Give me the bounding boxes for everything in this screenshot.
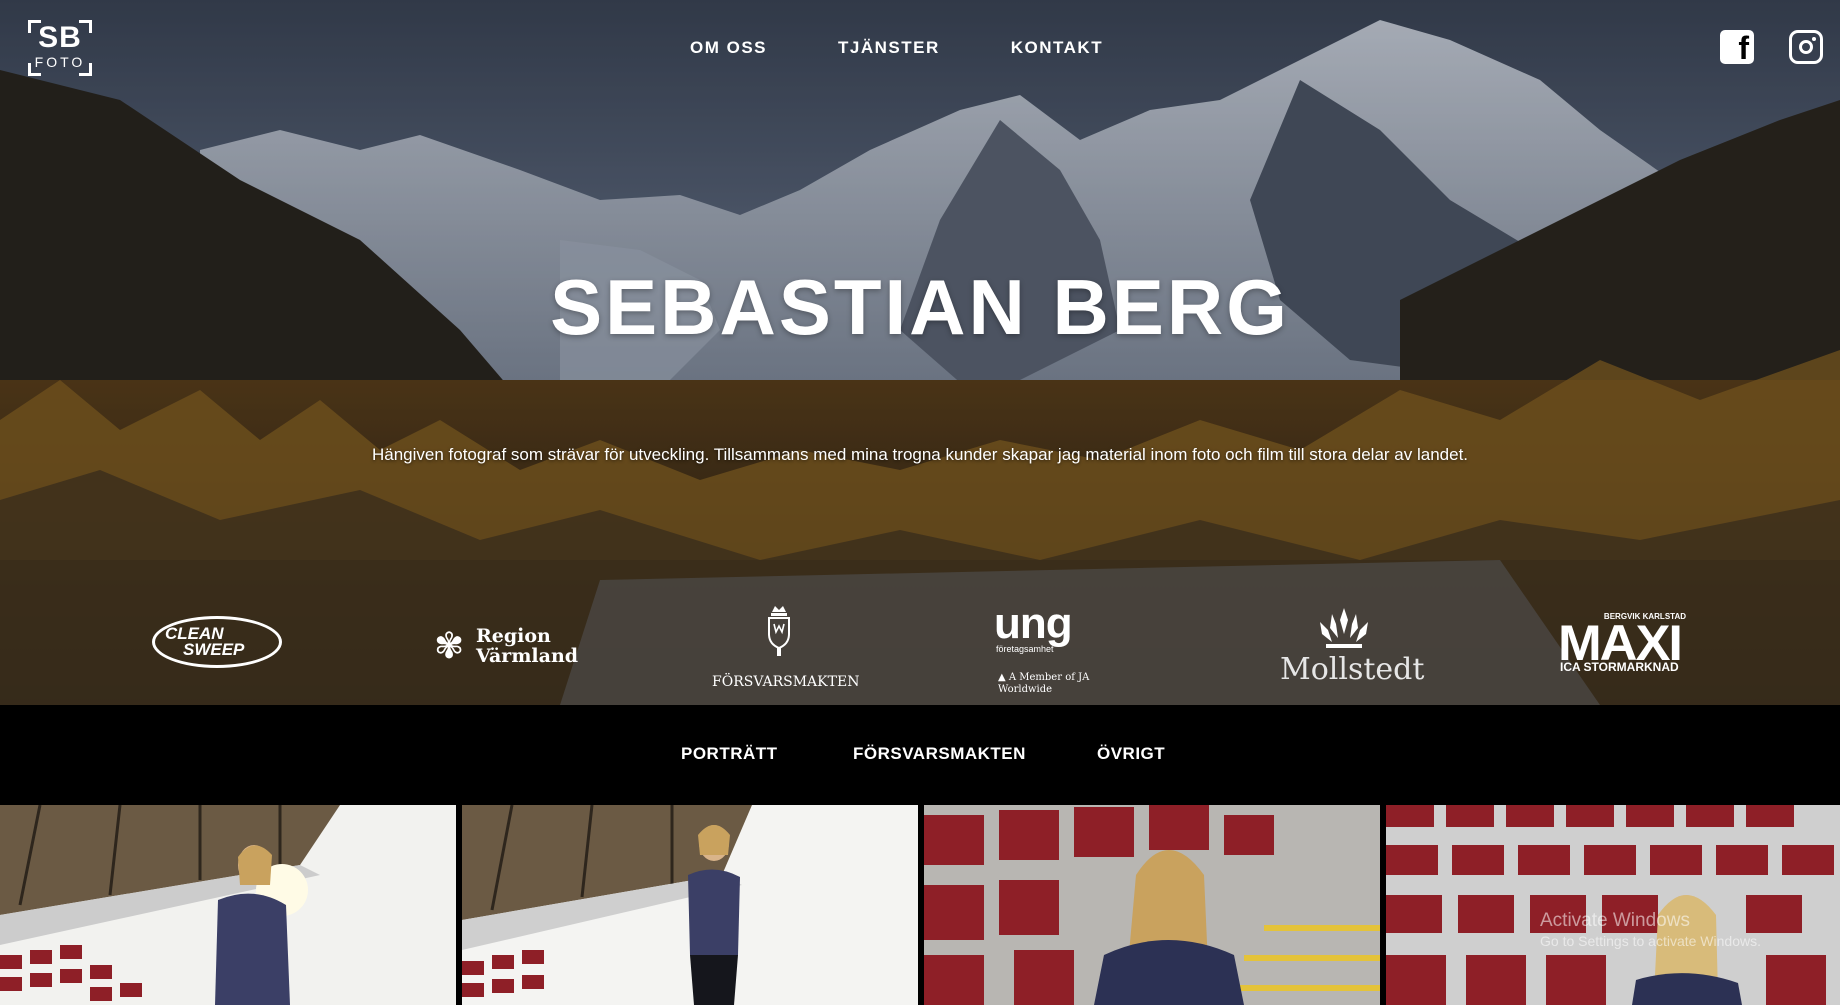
hero-section: SB FOTO OM OSS TJÄNSTER KONTAKT f SEBAST… [0, 0, 1840, 705]
instagram-dot [1812, 37, 1816, 41]
client-logo-text: Mollstedt [1280, 652, 1425, 687]
client-logo-region-varmland: ✾ Region Värmland [434, 624, 578, 670]
client-logo-text: SWEEP [183, 640, 245, 659]
client-logo-text: ▲ A Member of JA Worldwide [998, 672, 1090, 695]
sb-foto-logo[interactable]: SB FOTO [28, 20, 92, 76]
logo-initials: SB [38, 21, 82, 54]
windows-activation-watermark: Activate Windows Go to Settings to activ… [1540, 910, 1761, 950]
watermark-subtitle: Go to Settings to activate Windows. [1540, 933, 1761, 949]
client-logo-text: Region [476, 625, 551, 647]
client-logo-ung-foretagsamhet: ung företagsamhet ▲ A Member of JA World… [994, 599, 1128, 696]
facebook-icon[interactable]: f [1720, 30, 1754, 64]
watermark-title: Activate Windows [1540, 910, 1690, 931]
client-logo-mollstedt: Mollstedt [1276, 600, 1424, 686]
flower-icon: ✾ [434, 625, 465, 666]
client-logo-text: ung [994, 599, 1073, 648]
client-logo-clean-sweep: CLEAN SWEEP [152, 616, 282, 668]
main-navigation: OM OSS TJÄNSTER KONTAKT [690, 38, 1103, 58]
crest-icon [768, 606, 790, 656]
nav-link-kontakt[interactable]: KONTAKT [1011, 38, 1103, 58]
nav-link-tjanster[interactable]: TJÄNSTER [838, 38, 940, 58]
facebook-glyph: f [1738, 30, 1749, 66]
gallery-photo[interactable] [0, 805, 456, 1005]
hero-subtitle: Hängiven fotograf som strävar för utveck… [371, 445, 1469, 464]
gallery-photo[interactable] [462, 805, 918, 1005]
instagram-icon[interactable] [1789, 30, 1823, 64]
gallery-filter-bar: PORTRÄTT FÖRSVARSMAKTEN ÖVRIGT [0, 705, 1840, 805]
client-logo-text: Värmland [476, 645, 579, 667]
hero-title: SEBASTIAN BERG [550, 263, 1290, 351]
nav-link-om-oss[interactable]: OM OSS [690, 38, 767, 58]
filter-forsvarsmakten[interactable]: FÖRSVARSMAKTEN [853, 744, 1026, 764]
instagram-lens [1799, 40, 1813, 54]
logo-subtext: FOTO [34, 54, 86, 70]
filter-ovrigt[interactable]: ÖVRIGT [1097, 744, 1165, 764]
crown-icon [1320, 608, 1368, 648]
client-logo-text: FÖRSVARSMAKTEN [712, 674, 860, 690]
client-logo-text: ICA STORMARKNAD [1560, 660, 1679, 674]
client-logo-maxi-ica: BERGVIK KARLSTAD MAXI ICA STORMARKNAD [1558, 612, 1690, 674]
gallery-photo[interactable] [924, 805, 1380, 1005]
photo-gallery [0, 805, 1840, 1005]
client-logo-forsvarsmakten: FÖRSVARSMAKTEN [712, 600, 860, 690]
gallery-photo[interactable] [1386, 805, 1840, 1005]
filter-portratt[interactable]: PORTRÄTT [681, 744, 778, 764]
client-logo-text: företagsamhet [996, 644, 1054, 654]
